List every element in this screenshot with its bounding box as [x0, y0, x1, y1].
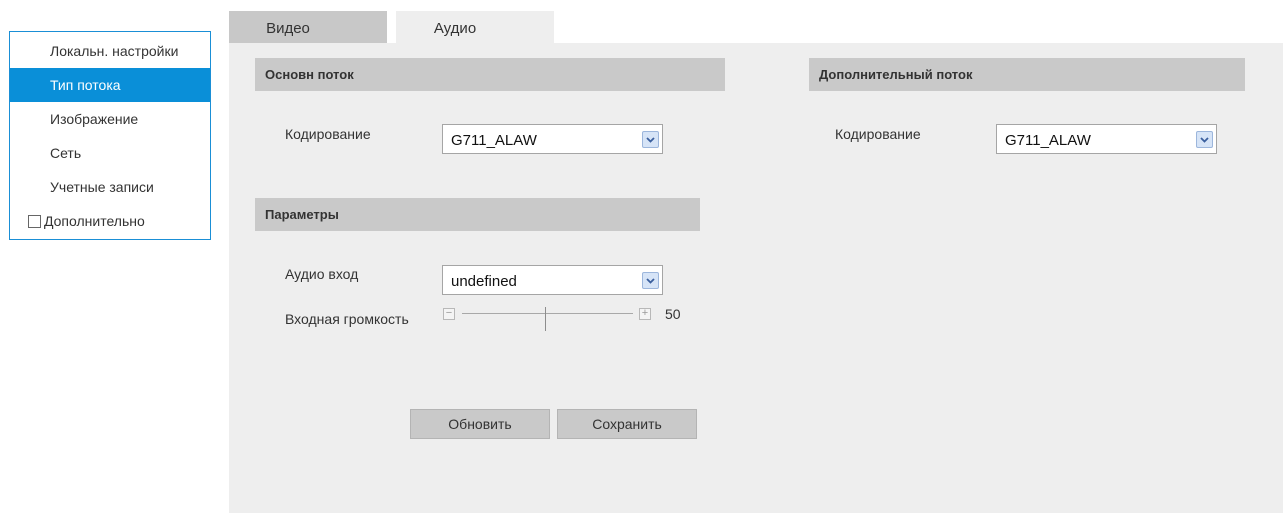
chevron-down-icon[interactable] — [1196, 131, 1213, 148]
input-volume-slider[interactable]: − + 50 — [443, 306, 681, 331]
sub-stream-header: Дополнительный поток — [809, 58, 1245, 91]
sidebar-item-stream-type[interactable]: Тип потока — [10, 68, 210, 102]
audio-input-value: undefined — [451, 273, 517, 290]
minus-icon[interactable]: − — [443, 308, 455, 320]
sidebar-item-accounts[interactable]: Учетные записи — [10, 170, 210, 204]
tab-video[interactable]: Видео — [229, 11, 387, 43]
sidebar-item-image[interactable]: Изображение — [10, 102, 210, 136]
save-button[interactable]: Сохранить — [557, 409, 697, 439]
sidebar-item-advanced-label: Дополнительно — [44, 213, 145, 229]
slider-track[interactable] — [462, 313, 633, 314]
sidebar-menu: Локальн. настройки Тип потока Изображени… — [9, 31, 211, 240]
tab-bar: Видео Аудио — [229, 11, 554, 43]
sub-encoding-value: G711_ALAW — [1005, 132, 1091, 149]
audio-input-select[interactable]: undefined — [442, 265, 663, 295]
audio-input-label: Аудио вход — [285, 266, 359, 282]
main-encoding-label: Кодирование — [285, 126, 371, 142]
audio-settings-panel: Основн поток Кодирование G711_ALAW Допол… — [229, 43, 1283, 513]
params-header: Параметры — [255, 198, 700, 231]
chevron-down-icon[interactable] — [642, 272, 659, 289]
tab-audio[interactable]: Аудио — [396, 11, 554, 43]
main-stream-header: Основн поток — [255, 58, 725, 91]
slider-thumb[interactable] — [545, 307, 546, 331]
sidebar-item-network[interactable]: Сеть — [10, 136, 210, 170]
main-encoding-value: G711_ALAW — [451, 132, 537, 149]
main-encoding-select[interactable]: G711_ALAW — [442, 124, 663, 154]
refresh-button[interactable]: Обновить — [410, 409, 550, 439]
chevron-down-icon[interactable] — [642, 131, 659, 148]
expand-checkbox-icon[interactable] — [28, 214, 41, 228]
plus-icon[interactable]: + — [639, 308, 651, 320]
sub-encoding-label: Кодирование — [835, 126, 921, 142]
input-volume-label: Входная громкость — [285, 311, 409, 327]
sidebar-item-advanced[interactable]: Дополнительно — [10, 204, 210, 238]
sidebar-item-local-settings[interactable]: Локальн. настройки — [10, 34, 210, 68]
input-volume-value: 50 — [665, 306, 681, 322]
sub-encoding-select[interactable]: G711_ALAW — [996, 124, 1217, 154]
